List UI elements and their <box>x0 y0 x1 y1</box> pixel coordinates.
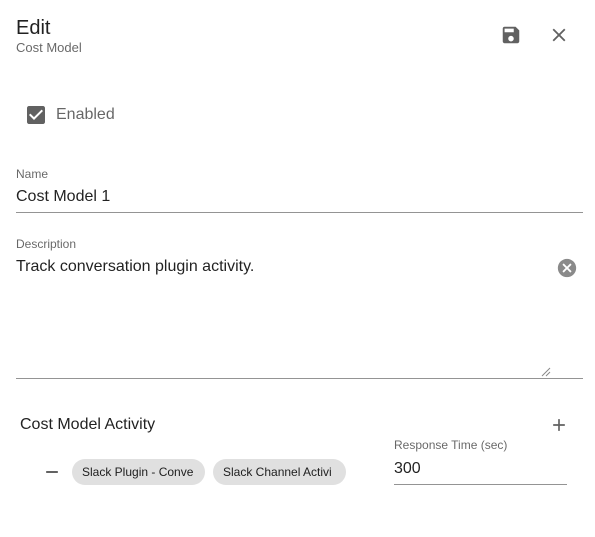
description-field[interactable]: Track conversation plugin activity. <box>16 257 583 379</box>
enabled-checkbox-row[interactable]: Enabled <box>16 95 115 135</box>
activity-chip[interactable]: Slack Channel Activi <box>213 459 346 485</box>
activity-chip[interactable]: Slack Plugin - Conve <box>72 459 205 485</box>
resize-handle-icon[interactable] <box>541 367 551 377</box>
enabled-checkbox[interactable] <box>16 95 56 135</box>
response-time-label: Response Time (sec) <box>394 438 508 452</box>
response-time-input[interactable]: 300 <box>394 459 567 485</box>
close-icon <box>552 28 566 42</box>
save-button[interactable] <box>491 15 531 55</box>
checkbox-checked-icon <box>27 106 45 124</box>
page-title: Edit <box>16 17 51 39</box>
close-button[interactable] <box>539 15 579 55</box>
plus-icon <box>553 419 565 431</box>
description-text[interactable]: Track conversation plugin activity. <box>16 257 546 373</box>
enabled-label: Enabled <box>56 106 115 123</box>
description-field-label: Description <box>16 237 77 251</box>
cost-model-activity-title: Cost Model Activity <box>20 416 156 433</box>
clear-icon[interactable] <box>556 257 578 279</box>
name-field[interactable]: Cost Model 1 <box>16 187 583 213</box>
name-field-label: Name <box>16 167 49 181</box>
minus-icon <box>46 471 58 473</box>
page-subtitle: Cost Model <box>16 40 82 55</box>
save-icon <box>502 26 520 44</box>
add-activity-button[interactable] <box>547 413 571 437</box>
remove-activity-button[interactable] <box>40 460 64 484</box>
